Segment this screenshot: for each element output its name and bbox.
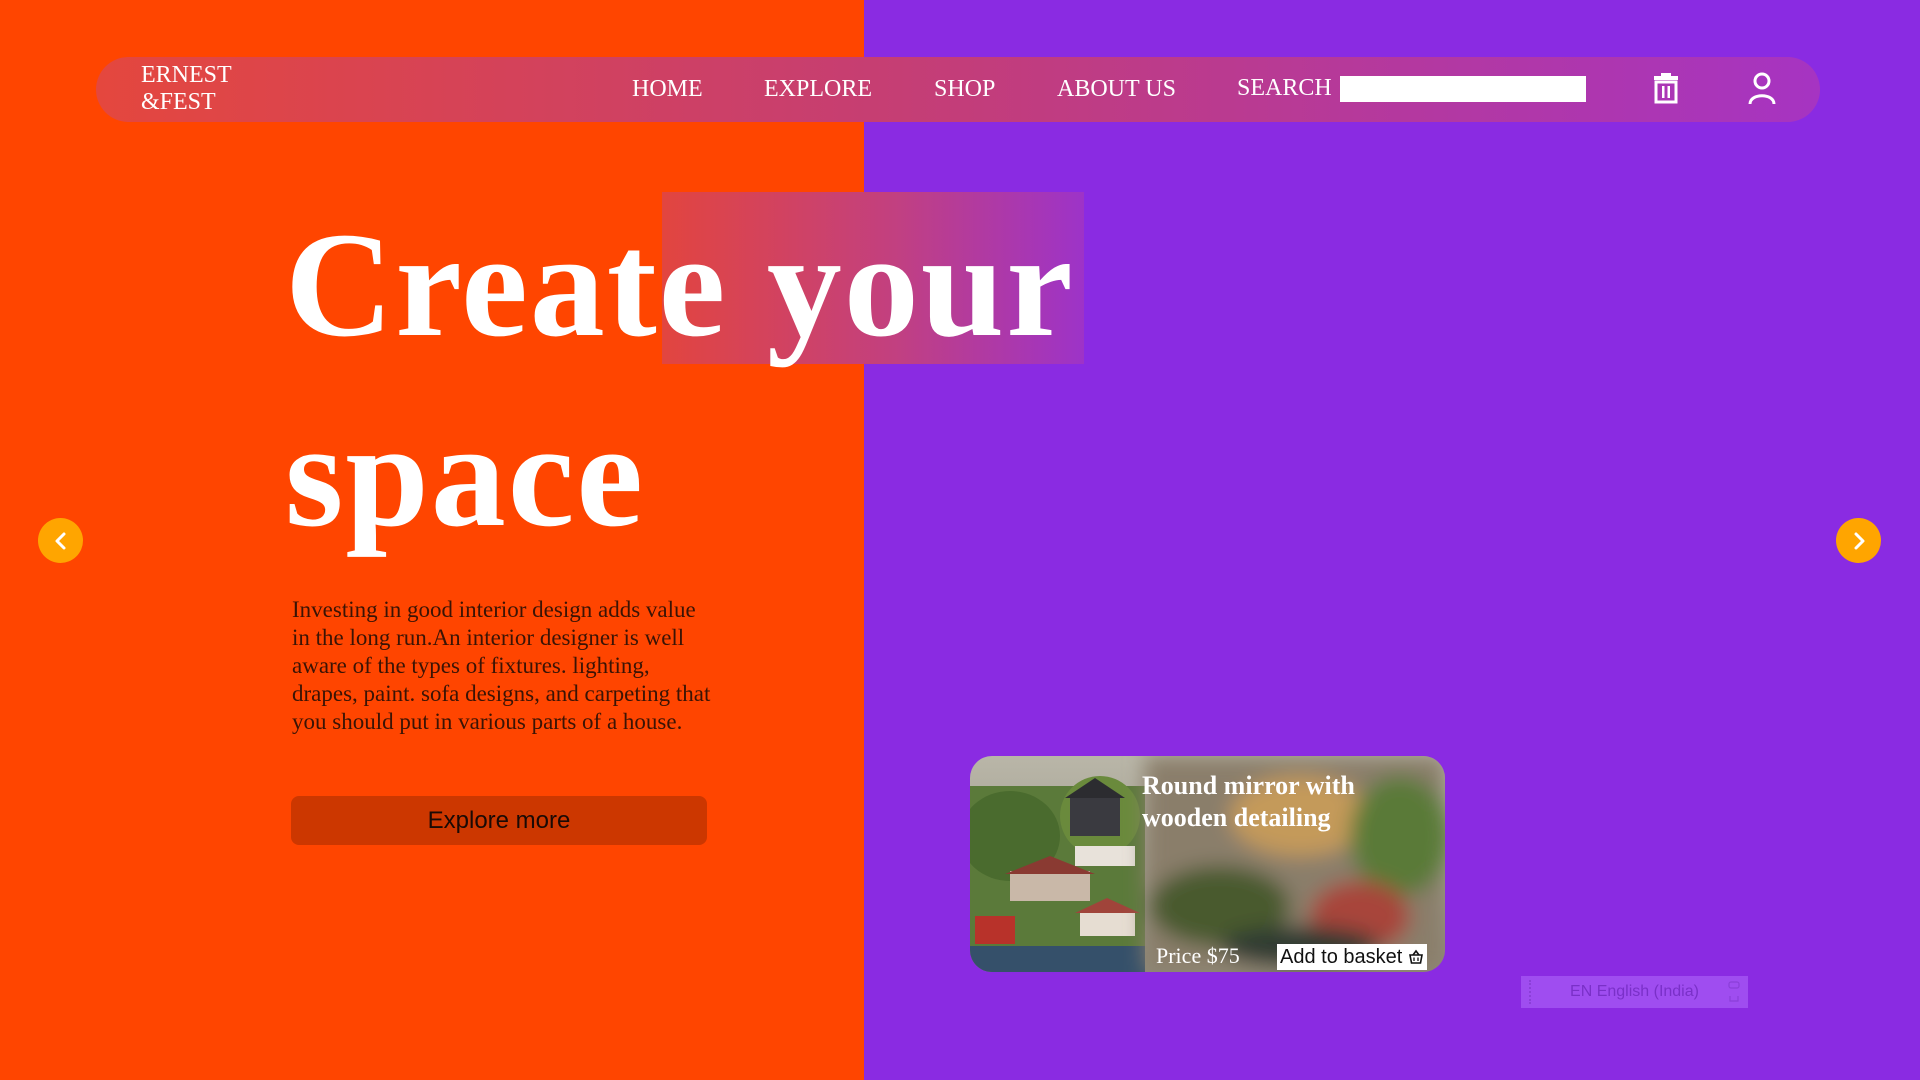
basket-icon [1409,949,1424,964]
language-bar[interactable]: EN English (India) [1521,976,1748,1008]
carousel-prev-button[interactable] [38,518,83,563]
trash-basket-icon [1654,73,1678,104]
carousel-next-button[interactable] [1836,518,1881,563]
cart-button[interactable] [1646,68,1686,108]
search-input[interactable] [1340,76,1586,102]
chevron-right-icon [1854,532,1864,549]
nav-explore[interactable]: EXPLORE [764,75,872,103]
hero-title-line2: space [285,392,645,558]
add-to-basket-button[interactable]: Add to basket [1277,944,1428,970]
brand-logo[interactable]: ERNEST &FEST [141,62,261,116]
nav-home[interactable]: HOME [632,75,703,103]
add-to-basket-label: Add to basket [1280,946,1403,968]
explore-more-button[interactable]: Explore more [291,796,707,845]
user-account-button[interactable] [1742,68,1782,108]
hero-title: Create your space [285,190,1185,570]
product-price: Price $75 [1156,943,1240,968]
expand-icon[interactable] [1728,980,1740,1004]
search-label: SEARCH [1237,75,1332,101]
product-title: Round mirror with wooden detailing [1142,771,1355,832]
hero-description: Investing in good interior design adds v… [292,597,711,734]
chevron-left-icon [55,532,65,549]
nav-about-us[interactable]: ABOUT US [1057,75,1176,103]
product-card[interactable]: Round mirror with wooden detailing Price… [970,756,1445,972]
nav-shop[interactable]: SHOP [934,75,995,103]
hero-title-line1: Create your [285,202,1075,368]
user-icon [1748,72,1776,105]
drag-handle-icon[interactable] [1529,980,1534,1004]
language-label: EN English (India) [1570,983,1699,1000]
